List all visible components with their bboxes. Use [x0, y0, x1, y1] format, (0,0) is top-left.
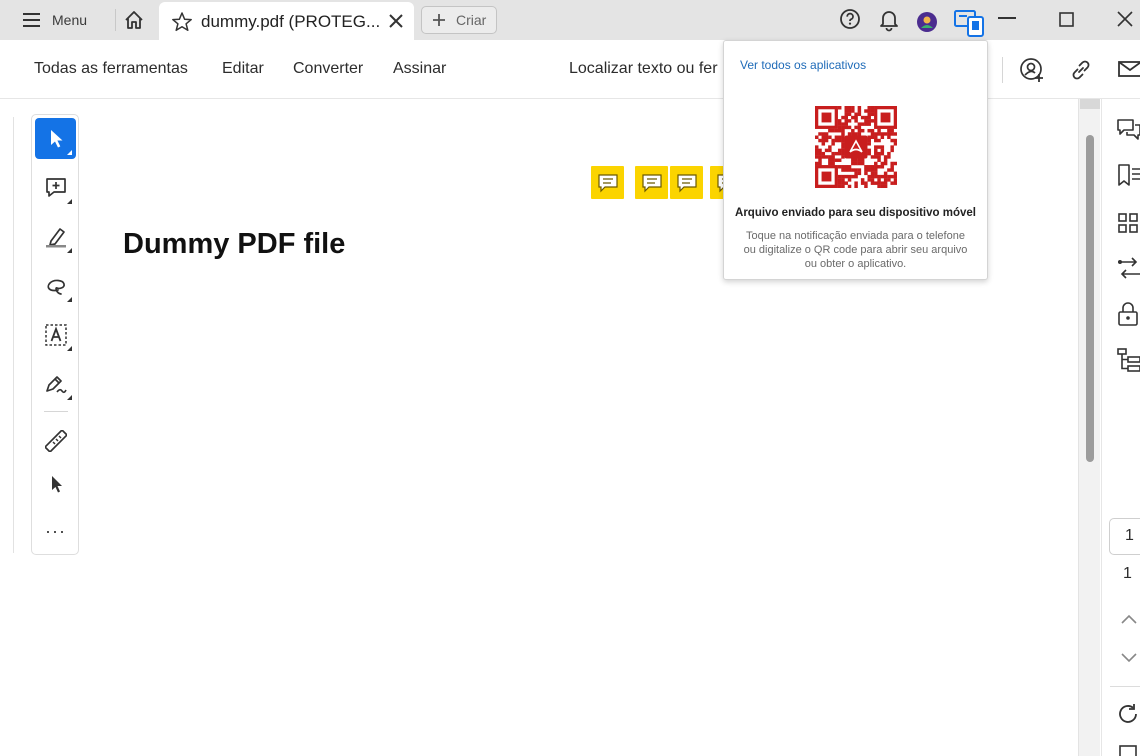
comment-note-3[interactable] — [670, 166, 703, 199]
popup-title: Arquivo enviado para seu dispositivo móv… — [735, 207, 976, 219]
menu-label: Menu — [52, 12, 88, 28]
page-total: 1 — [1123, 565, 1132, 582]
share-user-icon[interactable] — [1019, 57, 1045, 83]
page-number-input[interactable]: 1 — [1109, 518, 1140, 555]
titlebar-divider — [115, 9, 116, 31]
hamburger-icon — [23, 13, 40, 27]
close-icon[interactable] — [387, 12, 405, 30]
pointer-button[interactable] — [35, 463, 76, 504]
add-comment-button[interactable] — [35, 167, 76, 208]
comment-note-1[interactable] — [591, 166, 624, 199]
organize-icon[interactable] — [1116, 347, 1140, 373]
lock-icon[interactable] — [1116, 301, 1140, 327]
sign-pen-button[interactable] — [35, 363, 76, 404]
draw-button[interactable] — [35, 265, 76, 306]
grid-icon[interactable] — [1116, 211, 1140, 237]
text-select-button[interactable] — [35, 314, 76, 355]
scrollbar-thumb[interactable] — [1086, 135, 1094, 462]
bell-icon[interactable] — [878, 8, 900, 32]
tab-title: dummy.pdf (PROTEG... — [201, 12, 381, 31]
menu-button[interactable]: Menu — [22, 6, 87, 34]
more-icon: ··· — [45, 521, 66, 541]
sign-button[interactable]: Assinar — [393, 60, 446, 78]
help-icon[interactable] — [839, 8, 861, 30]
edit-button[interactable]: Editar — [222, 60, 264, 78]
measure-button[interactable] — [35, 420, 76, 461]
select-tool-button[interactable] — [35, 118, 76, 159]
more-tools-button[interactable]: ··· — [35, 511, 76, 552]
link-icon[interactable] — [1069, 58, 1093, 82]
new-tab-button[interactable]: Criar — [421, 6, 497, 34]
sign-pen-icon — [45, 375, 67, 393]
chevron-up-icon[interactable] — [1120, 613, 1138, 625]
popup-body: Toque na notificação enviada para o tele… — [743, 230, 968, 270]
window-close-icon[interactable] — [1117, 11, 1133, 27]
bookmarks-icon[interactable] — [1116, 163, 1140, 189]
comment-icon — [676, 173, 697, 192]
text-select-icon — [44, 323, 67, 346]
left-rail-line — [13, 117, 14, 553]
tools-divider — [44, 411, 68, 412]
send-to-mobile-popup: Ver todos os aplicativos Arquivo enviado… — [723, 40, 988, 280]
send-to-device-icon[interactable] — [954, 10, 986, 38]
highlight-button[interactable] — [35, 216, 76, 257]
comment-note-2[interactable] — [635, 166, 668, 199]
document-heading: Dummy PDF file — [123, 228, 346, 260]
comments-icon[interactable] — [1116, 117, 1140, 143]
measure-icon — [44, 429, 67, 452]
toolbar-divider — [1002, 57, 1003, 83]
search-input[interactable]: Localizar texto ou fer — [569, 60, 718, 78]
pointer-icon — [51, 475, 62, 492]
star-icon[interactable] — [171, 11, 193, 33]
minimize-icon[interactable] — [998, 16, 1016, 20]
mail-icon[interactable] — [1118, 59, 1140, 79]
title-bar: Menu dummy.pdf (PROTEG... Criar — [0, 0, 1140, 40]
chevron-down-icon[interactable] — [1120, 652, 1138, 664]
add-comment-icon — [45, 177, 66, 197]
scroll-up-area[interactable] — [1080, 99, 1100, 109]
select-icon — [50, 129, 62, 147]
comment-icon — [597, 173, 618, 192]
document-tab[interactable]: dummy.pdf (PROTEG... — [159, 2, 414, 40]
home-icon[interactable] — [123, 9, 145, 31]
avatar-icon[interactable] — [916, 11, 938, 33]
comment-icon — [641, 173, 662, 192]
compare-icon[interactable] — [1116, 256, 1140, 282]
qr-code — [815, 106, 897, 188]
quick-tools-panel: ··· — [31, 114, 79, 555]
highlight-icon — [45, 227, 66, 247]
plus-icon — [433, 14, 445, 26]
all-tools-button[interactable]: Todas as ferramentas — [34, 60, 188, 78]
partial-icon[interactable] — [1118, 744, 1140, 756]
maximize-icon[interactable] — [1059, 12, 1074, 27]
convert-button[interactable]: Converter — [293, 60, 363, 78]
right-rail-divider — [1110, 686, 1140, 687]
new-tab-label: Criar — [456, 12, 487, 28]
rotate-icon[interactable] — [1117, 702, 1140, 726]
draw-icon — [46, 279, 65, 295]
view-all-apps-link[interactable]: Ver todos os aplicativos — [740, 58, 866, 72]
